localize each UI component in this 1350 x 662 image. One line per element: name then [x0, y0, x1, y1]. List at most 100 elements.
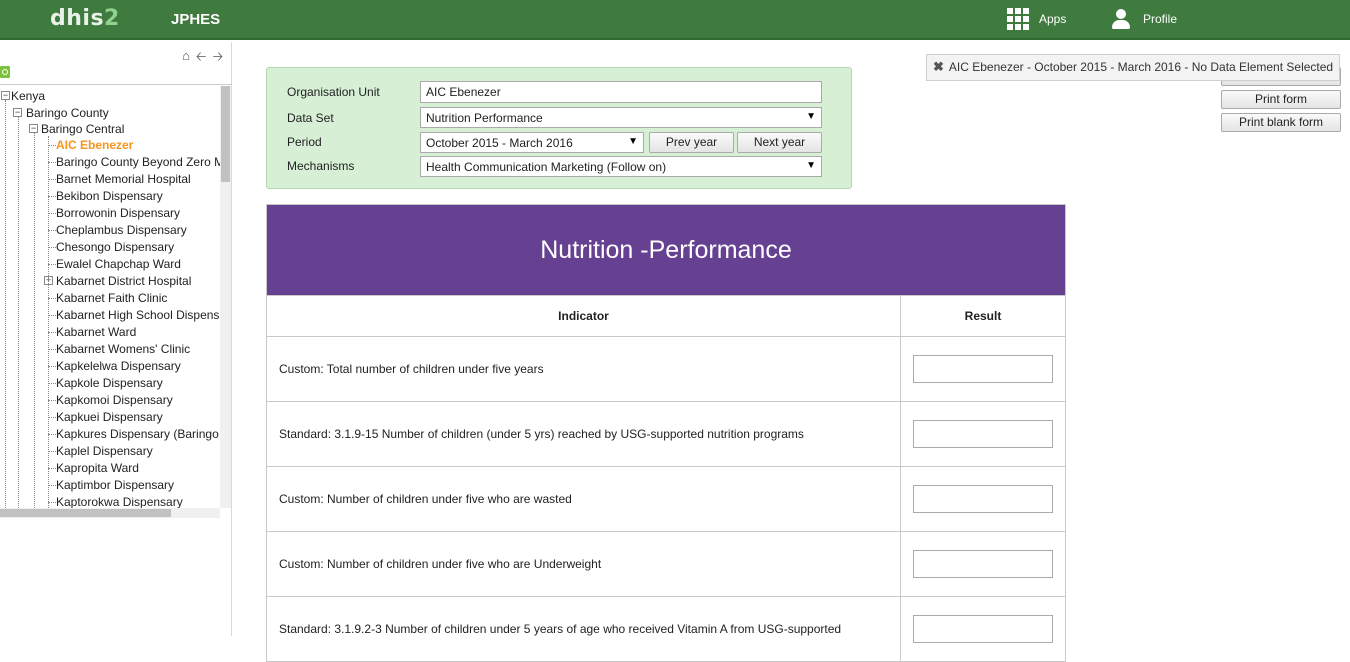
tree-node-baringo-county[interactable]: Baringo County	[26, 105, 109, 121]
app-title[interactable]: JPHES	[171, 11, 220, 28]
arrow-left-icon[interactable]: 🡠	[196, 48, 207, 70]
tree-line	[48, 417, 56, 418]
tree-node-facility[interactable]: Ewalel Chapchap Ward	[56, 256, 181, 272]
collapse-icon[interactable]: −	[13, 108, 22, 117]
tree-node-facility[interactable]: Kabarnet District Hospital	[56, 273, 191, 289]
tree-node-facility[interactable]: Kabarnet High School Dispens	[56, 307, 219, 323]
prev-year-button[interactable]: Prev year	[649, 132, 734, 153]
apps-menu-button[interactable]: Apps	[1007, 8, 1066, 30]
logo-text: dhis	[50, 6, 105, 31]
tree-node-facility[interactable]: Kaptorokwa Dispensary	[56, 494, 183, 508]
tree-line	[48, 179, 56, 180]
tree-node-facility[interactable]: Chesongo Dispensary	[56, 239, 174, 255]
mechanisms-value: Health Communication Marketing (Follow o…	[426, 160, 667, 174]
tree-node-facility[interactable]: Kapkures Dispensary (Baringo	[56, 426, 219, 442]
data-entry-form: Nutrition -Performance Indicator Result …	[266, 204, 1066, 662]
table-row: Custom: Number of children under five wh…	[267, 531, 1065, 596]
table-row: Standard: 3.1.9.2-3 Number of children u…	[267, 596, 1065, 661]
tree-node-facility[interactable]: Kabarnet Womens' Clinic	[56, 341, 190, 357]
tree-node-facility[interactable]: Kapkomoi Dispensary	[56, 392, 173, 408]
search-icon[interactable]	[0, 66, 10, 78]
tree-node-facility[interactable]: Bekibon Dispensary	[56, 188, 163, 204]
print-blank-form-button[interactable]: Print blank form	[1221, 113, 1341, 132]
tree-node-baringo-central[interactable]: Baringo Central	[41, 121, 124, 137]
notification-banner: ✖ AIC Ebenezer - October 2015 - March 201…	[926, 54, 1340, 81]
data-entry-selection-panel: Organisation Unit AIC Ebenezer Data Set …	[266, 67, 852, 189]
table-row: Custom: Total number of children under f…	[267, 336, 1065, 401]
period-select[interactable]: October 2015 - March 2016 ▼	[420, 132, 644, 153]
tree-node-facility[interactable]: AIC Ebenezer	[56, 137, 133, 153]
tree-line	[48, 349, 56, 350]
mechanisms-select[interactable]: Health Communication Marketing (Follow o…	[420, 156, 822, 177]
dataset-select[interactable]: Nutrition Performance ▼	[420, 107, 822, 128]
org-unit-tree: − Kenya − Baringo County − Baringo Centr…	[0, 86, 220, 508]
tree-node-facility[interactable]: Borrowonin Dispensary	[56, 205, 180, 221]
collapse-icon[interactable]: −	[1, 91, 10, 100]
tree-node-facility[interactable]: Barnet Memorial Hospital	[56, 171, 191, 187]
scrollbar-thumb[interactable]	[221, 86, 230, 182]
tree-node-facility[interactable]: Cheplambus Dispensary	[56, 222, 187, 238]
notification-text: AIC Ebenezer - October 2015 - March 2016…	[948, 60, 1334, 74]
org-unit-label: Organisation Unit	[287, 85, 380, 99]
dataset-value: Nutrition Performance	[426, 111, 543, 125]
tree-line	[48, 315, 56, 316]
tree-node-facility[interactable]: Kabarnet Faith Clinic	[56, 290, 167, 306]
form-title: Nutrition -Performance	[267, 205, 1065, 295]
scrollbar-thumb[interactable]	[0, 509, 171, 517]
table-row: Custom: Number of children under five wh…	[267, 466, 1065, 531]
tree-node-facility[interactable]: Kapkole Dispensary	[56, 375, 163, 391]
tree-line	[48, 136, 49, 508]
tree-line	[48, 196, 56, 197]
arrow-right-icon[interactable]: 🡢	[212, 48, 223, 70]
home-icon[interactable]: ⌂	[182, 48, 190, 70]
tree-line	[48, 400, 56, 401]
dropdown-arrow-icon: ▼	[806, 111, 816, 122]
tree-line	[48, 434, 56, 435]
result-input[interactable]	[913, 355, 1053, 383]
tree-node-facility[interactable]: Kaptimbor Dispensary	[56, 477, 174, 493]
dropdown-arrow-icon: ▼	[628, 136, 638, 147]
tree-line	[48, 145, 56, 146]
tree-node-facility[interactable]: Kaplel Dispensary	[56, 443, 153, 459]
form-header-row: Indicator Result	[267, 295, 1065, 336]
indicator-label: Standard: 3.1.9-15 Number of children (u…	[267, 402, 901, 466]
collapse-icon[interactable]: −	[29, 124, 38, 133]
top-header-bar: dhis2 JPHES Apps Profile	[0, 0, 1350, 40]
dropdown-arrow-icon: ▼	[806, 160, 816, 171]
tree-line	[5, 100, 6, 508]
indicator-label: Custom: Total number of children under f…	[267, 337, 901, 401]
tree-node-kenya[interactable]: Kenya	[11, 88, 45, 104]
tree-line	[48, 451, 56, 452]
tree-node-facility[interactable]: Kapropita Ward	[56, 460, 139, 476]
tree-line	[48, 247, 56, 248]
indicator-label: Custom: Number of children under five wh…	[267, 467, 901, 531]
result-input[interactable]	[913, 615, 1053, 643]
tree-line	[18, 117, 19, 508]
tree-line	[34, 133, 35, 508]
result-input[interactable]	[913, 485, 1053, 513]
tree-line	[48, 468, 56, 469]
tree-node-facility[interactable]: Kabarnet Ward	[56, 324, 136, 340]
close-icon[interactable]: ✖	[933, 59, 944, 74]
tree-line	[48, 485, 56, 486]
next-year-button[interactable]: Next year	[737, 132, 822, 153]
tree-line	[48, 383, 56, 384]
result-input[interactable]	[913, 420, 1053, 448]
profile-label: Profile	[1143, 12, 1178, 26]
tree-node-facility[interactable]: Kapkelelwa Dispensary	[56, 358, 181, 374]
result-column-header: Result	[964, 309, 1002, 323]
tree-vertical-scrollbar[interactable]	[220, 86, 231, 508]
profile-menu-button[interactable]: Profile	[1111, 8, 1177, 30]
dhis2-logo[interactable]: dhis2	[50, 6, 120, 31]
tree-line	[48, 230, 56, 231]
tree-node-facility[interactable]: Baringo County Beyond Zero M	[56, 154, 220, 170]
print-form-button[interactable]: Print form	[1221, 90, 1341, 109]
tree-divider	[0, 84, 232, 85]
tree-horizontal-scrollbar[interactable]	[0, 508, 220, 518]
tree-node-facility[interactable]: Kapkuei Dispensary	[56, 409, 163, 425]
tree-line	[48, 298, 56, 299]
result-input[interactable]	[913, 550, 1053, 578]
org-unit-tree-panel: ⌂ 🡠 🡢 − Kenya − Baringo County − Baringo…	[0, 42, 232, 636]
org-unit-field[interactable]: AIC Ebenezer	[420, 81, 822, 103]
tree-line	[48, 213, 56, 214]
